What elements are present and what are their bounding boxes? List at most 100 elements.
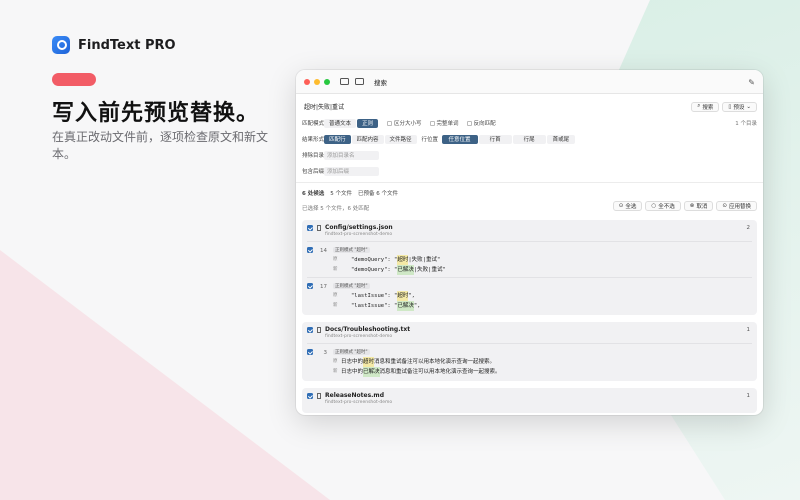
action-buttons: ⊙ 全选 ○ 全不选 ⊗ 取消 ⊙ 应用替换 (612, 201, 757, 211)
file-header: Docs/Troubleshooting.txt findtext-pro-sc… (307, 326, 752, 344)
position-line-start[interactable]: 行首 (478, 134, 512, 144)
match-checkbox[interactable] (307, 283, 313, 289)
exclude-dir-input[interactable]: 添加目录名 (324, 150, 379, 160)
position-anywhere[interactable]: 任意位置 (441, 134, 478, 144)
results-list: Config/settings.json findtext-pro-screen… (302, 220, 757, 415)
circle-icon: ○ (651, 203, 657, 209)
directory-count: 1 个目录 (735, 121, 757, 127)
match-item: 14 正则模式 "超时" 原 "demoQuery": " 超时 |失败|重试" 新 "… (307, 242, 752, 275)
new-line: 新日志中的 已解决 消息和重试备注可以用本地化演示查询一起搜索。 (333, 367, 501, 377)
match-checkbox[interactable] (307, 247, 313, 253)
mode-plain-text[interactable]: 普通文本 (324, 118, 357, 128)
case-sensitive-checkbox[interactable]: 区分大小写 (387, 119, 422, 127)
match-count: 1 (746, 393, 751, 399)
search-button[interactable]: ⌕ 搜索 (691, 101, 720, 112)
new-line: 新 "lastIssue": " 已解决 ", (333, 301, 421, 311)
document-icon (317, 225, 321, 231)
match-mode-badge: 正则模式 "超时" (333, 283, 370, 289)
match-item: 3 正则模式 "超时" 原日志中的 超时 消息和重试备注可以用本地化演示查询一起搜索… (307, 344, 752, 377)
zoom-window-button[interactable] (324, 78, 330, 85)
new-line: 新 "demoQuery": " 已解决 |失败|重试" (333, 265, 446, 275)
sidebar-icon[interactable] (355, 78, 364, 85)
result-form-label: 结果形式 (302, 137, 325, 143)
match-mode-badge: 正则模式 "超时" (333, 247, 370, 253)
whole-word-checkbox[interactable]: 完整单词 (429, 119, 459, 127)
document-icon (317, 327, 321, 333)
mode-regex[interactable]: 正则 (357, 118, 379, 128)
search-icon: ⌕ (697, 103, 701, 109)
files-count: 5 个文件 (330, 191, 352, 197)
preview-count: 已预备 6 个文件 (358, 191, 398, 197)
form-matching-lines[interactable]: 匹配行 (324, 134, 351, 144)
match-checkbox[interactable] (307, 349, 313, 355)
apply-replace-button[interactable]: ⊙ 应用替换 (716, 201, 757, 211)
result-form-row: 结果形式 匹配行 匹配内容 文件路径 行位置 任意位置 行首 行尾 首或尾 (302, 134, 757, 144)
app-icon (52, 36, 70, 54)
match-count: 2 (746, 225, 751, 231)
document-icon (317, 393, 321, 399)
form-matching-content[interactable]: 匹配内容 (351, 134, 384, 144)
stats-bar: 6 处候选 5 个文件 已预备 6 个文件 (302, 189, 398, 197)
file-header: ReleaseNotes.md findtext-pro-screenshot-… (307, 392, 752, 409)
divider (296, 182, 763, 183)
original-line: 原 "demoQuery": " 超时 |失败|重试" (333, 255, 441, 265)
match-mode-badge: 正则模式 "超时" (333, 349, 370, 355)
accent-pill (52, 73, 96, 86)
file-checkbox[interactable] (307, 393, 313, 399)
file-card: Docs/Troubleshooting.txt findtext-pro-sc… (302, 322, 757, 381)
window-title: 搜索 (374, 78, 387, 87)
file-path: findtext-pro-screenshot-demo (325, 232, 393, 237)
file-checkbox[interactable] (307, 327, 313, 333)
invert-match-checkbox[interactable]: 反向匹配 (466, 119, 496, 127)
candidates-count: 6 处候选 (302, 191, 325, 197)
select-none-button[interactable]: ○ 全不选 (645, 201, 681, 211)
brand-name: FindText PRO (78, 37, 176, 53)
check-circle-icon: ⊙ (722, 203, 727, 209)
line-number: 14 (320, 248, 327, 254)
hero-subtitle: 在真正改动文件前，逐项检查原文和新文本。 (52, 130, 269, 161)
line-number: 3 (323, 350, 328, 356)
include-row: 包含后缀 添加后缀 (302, 166, 757, 176)
cancel-icon: ⊗ (689, 203, 695, 209)
titlebar: 搜索 ✎ (296, 70, 763, 94)
original-line: 原日志中的 超时 消息和重试备注可以用本地化演示查询一起搜索。 (333, 357, 496, 367)
bookmark-icon: ▯ (728, 103, 732, 110)
file-header: Config/settings.json findtext-pro-screen… (307, 224, 752, 242)
file-name: Config/settings.json (325, 224, 393, 231)
include-label: 包含后缀 (302, 169, 325, 175)
match-mode-row: 匹配模式 普通文本 正则 区分大小写 完整单词 反向匹配 1 个目录 (302, 118, 757, 128)
brand: FindText PRO (52, 36, 176, 54)
match-mode-label: 匹配模式 (302, 121, 325, 127)
exclude-label: 排除目录 (302, 153, 325, 159)
search-row: 超时|失败|重试 ⌕ 搜索 ▯ 预设 ⌄ (302, 101, 757, 112)
position-start-or-end[interactable]: 首或尾 (546, 134, 576, 144)
position-line-end[interactable]: 行尾 (512, 134, 546, 144)
file-name: Docs/Troubleshooting.txt (325, 326, 411, 333)
include-suffix-input[interactable]: 添加后缀 (324, 166, 379, 176)
preset-button[interactable]: ▯ 预设 ⌄ (722, 101, 757, 112)
close-window-button[interactable] (304, 78, 310, 85)
original-line: 原 "lastIssue": " 超时 ", (333, 291, 415, 301)
select-all-button[interactable]: ⊙ 全选 (612, 201, 643, 211)
app-window: 搜索 ✎ 超时|失败|重试 ⌕ 搜索 ▯ 预设 ⌄ 匹配模式 普通文本 正则 区分大小… (296, 70, 763, 415)
background-pink-shape (0, 250, 330, 500)
exclude-row: 排除目录 添加目录名 (302, 150, 757, 160)
line-number: 17 (320, 284, 327, 290)
file-path: findtext-pro-screenshot-demo (325, 400, 393, 405)
check-circle-icon: ⊙ (618, 203, 624, 209)
selection-info: 已选择 5 个文件，6 处匹配 (302, 206, 370, 212)
file-card: Config/settings.json findtext-pro-screen… (302, 220, 757, 315)
file-card: ReleaseNotes.md findtext-pro-screenshot-… (302, 388, 757, 413)
hero-headline: 写入前先预览替换。 (52, 101, 260, 126)
minimize-window-button[interactable] (314, 78, 320, 85)
position-label: 行位置 (421, 137, 439, 143)
search-input[interactable]: 超时|失败|重试 (302, 102, 688, 111)
folder-icon[interactable] (340, 78, 349, 85)
form-file-paths[interactable]: 文件路径 (384, 134, 417, 144)
file-checkbox[interactable] (307, 225, 313, 231)
file-path: findtext-pro-screenshot-demo (325, 334, 393, 339)
chevron-down-icon: ⌄ (746, 103, 751, 110)
clean-icon[interactable]: ✎ (748, 78, 755, 87)
cancel-button[interactable]: ⊗ 取消 (683, 201, 714, 211)
match-item: 17 正则模式 "超时" 原 "lastIssue": " 超时 ", 新 "lastI… (307, 277, 752, 311)
